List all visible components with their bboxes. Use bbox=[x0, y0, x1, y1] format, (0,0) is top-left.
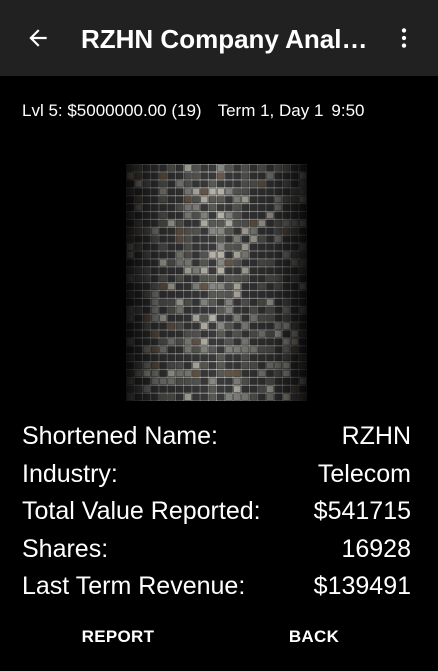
info-row: Total Value Reported: $541715 bbox=[22, 493, 411, 531]
overflow-menu-button[interactable] bbox=[384, 18, 424, 58]
status-line: Lvl 5: $5000000.00 (19) Term 1, Day 1 9:50 bbox=[22, 101, 365, 121]
info-label: Industry: bbox=[22, 459, 118, 488]
info-value: $139491 bbox=[313, 572, 411, 600]
report-button[interactable]: REPORT bbox=[68, 616, 168, 656]
info-row: Shares: 16928 bbox=[22, 531, 411, 569]
info-label: Shortened Name: bbox=[22, 422, 218, 450]
info-label: Shares: bbox=[22, 534, 109, 563]
info-row: Last Term Revenue: $139491 bbox=[22, 568, 411, 606]
back-button[interactable]: BACK bbox=[264, 616, 364, 656]
building-illustration bbox=[126, 164, 307, 401]
info-value: Telecom bbox=[317, 459, 411, 488]
term-text: Term 1, Day 1 bbox=[217, 101, 324, 120]
more-vert-icon bbox=[401, 28, 407, 48]
info-value: 16928 bbox=[341, 534, 411, 563]
info-value: RZHN bbox=[341, 422, 411, 450]
company-info: Shortened Name: RZHN Industry: Telecom Total… bbox=[22, 418, 411, 606]
back-arrow-button[interactable] bbox=[14, 16, 62, 60]
info-row: Shortened Name: RZHN bbox=[22, 418, 411, 456]
level-text: Lvl 5: $5000000.00 (19) bbox=[22, 101, 202, 120]
time-text: 9:50 bbox=[331, 101, 365, 120]
toolbar: RZHN Company Analy… bbox=[0, 0, 438, 76]
app-screen: RZHN Company Analy… Lvl 5: $5000000.00 (… bbox=[0, 0, 438, 671]
info-label: Total Value Reported: bbox=[22, 497, 261, 525]
company-building-image bbox=[126, 164, 307, 401]
info-label: Last Term Revenue: bbox=[22, 572, 246, 600]
page-title: RZHN Company Analy… bbox=[81, 24, 381, 54]
info-row: Industry: Telecom bbox=[22, 456, 411, 494]
arrow-left-icon bbox=[29, 29, 47, 47]
info-value: $541715 bbox=[313, 497, 411, 525]
